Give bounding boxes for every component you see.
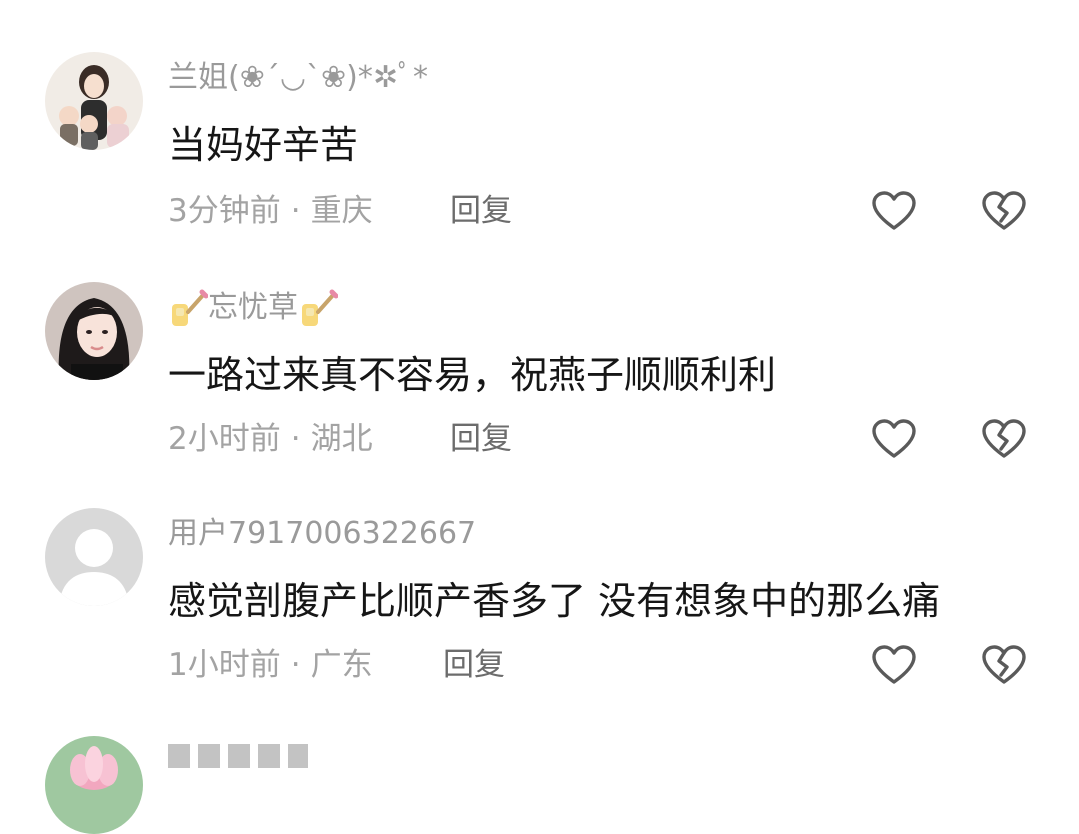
timestamp: 1小时前 [168, 647, 281, 683]
comment-meta: 1小时前 · 广东 [168, 644, 373, 686]
comment-text: 一路过来真不容易，祝燕子顺顺利利 [168, 353, 777, 397]
avatar[interactable] [45, 508, 143, 606]
comment-meta: 2小时前 · 湖北 [168, 418, 373, 460]
comment-text: 感觉剖腹产比顺产香多了 没有想象中的那么痛 [168, 579, 941, 623]
username[interactable]: 用户7917006322667 [168, 514, 476, 554]
comment-meta: 3分钟前 · 重庆 [168, 190, 373, 232]
username-text: 忘忧草 [208, 290, 298, 325]
avatar-flower-icon [45, 736, 143, 834]
reply-button[interactable]: 回复 [443, 644, 505, 686]
comment-item: 用户7917006322667 感觉剖腹产比顺产香多了 没有想象中的那么痛 1小… [0, 456, 1079, 684]
meta-separator: · [290, 421, 301, 457]
location: 湖北 [310, 421, 373, 457]
meta-separator: · [290, 647, 301, 683]
timestamp: 2小时前 [168, 421, 281, 457]
timestamp: 3分钟前 [168, 193, 281, 229]
reply-button[interactable]: 回复 [450, 418, 512, 460]
username[interactable]: 兰姐(❀´◡`❀)*✲ﾟ* [168, 58, 428, 98]
heart-icon[interactable] [870, 642, 918, 690]
avatar[interactable] [45, 736, 143, 834]
location: 广东 [310, 647, 373, 683]
comment-text: 当妈好辛苦 [168, 123, 359, 167]
comment-item [0, 684, 1079, 834]
default-user-icon [45, 508, 143, 606]
avatar-woman-icon [45, 282, 143, 380]
avatar[interactable] [45, 52, 143, 150]
username[interactable]: 忘忧草 [168, 288, 339, 328]
nail-polish-emoji-icon [298, 288, 339, 328]
comment-item: 忘忧草 一路过来真不容易，祝燕子顺顺利利 2小时前 · 湖北 回复 [0, 228, 1079, 458]
nail-polish-emoji-icon [168, 288, 209, 328]
meta-separator: · [290, 193, 301, 229]
avatar[interactable] [45, 282, 143, 380]
location: 重庆 [310, 193, 373, 229]
username-cropped [168, 744, 308, 768]
avatar-mother-icon [45, 52, 143, 150]
reply-button[interactable]: 回复 [450, 190, 512, 232]
broken-heart-icon[interactable] [980, 642, 1028, 690]
comment-item: 兰姐(❀´◡`❀)*✲ﾟ* 当妈好辛苦 3分钟前 · 重庆 回复 [0, 0, 1079, 230]
